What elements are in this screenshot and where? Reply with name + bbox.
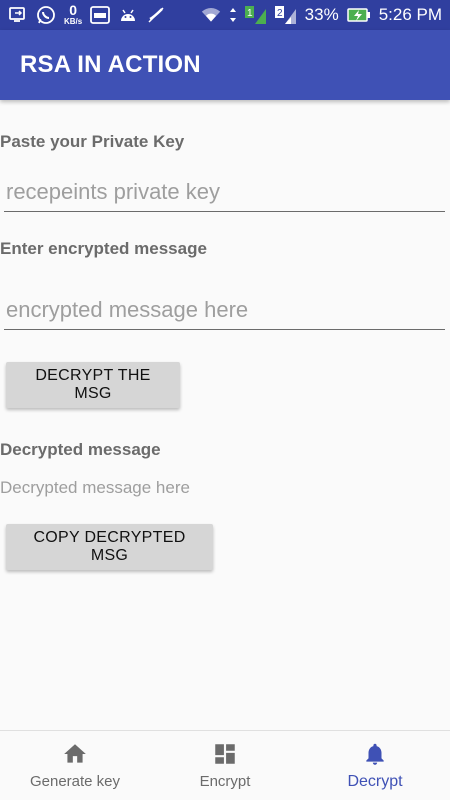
android-icon xyxy=(118,5,138,25)
encrypted-message-input[interactable] xyxy=(4,290,445,330)
nav-label-decrypt: Decrypt xyxy=(347,772,403,790)
private-key-label: Paste your Private Key xyxy=(0,132,185,151)
battery-charging-icon xyxy=(346,5,371,25)
no-location-icon xyxy=(146,5,166,25)
nav-label-encrypt: Encrypt xyxy=(199,773,251,790)
network-speed-unit: KB/s xyxy=(64,17,83,26)
sim2-number: 2 xyxy=(277,8,283,19)
decrypted-message-text: Decrypted message here xyxy=(0,478,190,497)
status-bar-left: 0 KB/s xyxy=(8,2,166,26)
signal-sim2-icon: 2 xyxy=(274,5,297,25)
private-key-input[interactable] xyxy=(4,172,445,212)
decrypt-button[interactable]: DECRYPT THE MSG xyxy=(6,362,180,408)
app-title: RSA IN ACTION xyxy=(20,51,201,78)
network-speed-value: 0 xyxy=(69,2,78,18)
battery-percent: 33% xyxy=(304,5,339,24)
copy-decrypted-button[interactable]: COPY DECRYPTED MSG xyxy=(6,524,213,570)
nav-item-decrypt[interactable]: Decrypt xyxy=(300,731,450,800)
status-bar: 0 KB/s 1 2 33% 5:26 PM xyxy=(0,0,450,30)
status-bar-right: 1 2 33% 5:26 PM xyxy=(201,5,442,25)
app-bar: RSA IN ACTION xyxy=(0,30,450,100)
signal-sim1-icon: 1 xyxy=(244,5,267,25)
screen-mirror-icon xyxy=(8,5,28,25)
decrypted-message-label: Decrypted message xyxy=(0,440,161,459)
whatsapp-icon xyxy=(36,5,56,25)
screen-record-icon xyxy=(90,5,111,25)
network-speed: 0 KB/s xyxy=(64,2,83,26)
wifi-icon xyxy=(201,5,221,25)
clock: 5:26 PM xyxy=(378,5,442,24)
encrypted-message-label: Enter encrypted message xyxy=(0,239,207,258)
nav-item-generate-key[interactable]: Generate key xyxy=(0,731,150,800)
bottom-navigation: Generate key Encrypt Decrypt xyxy=(0,730,450,800)
dashboard-icon xyxy=(215,744,235,764)
data-arrows-icon xyxy=(229,5,237,25)
home-icon xyxy=(64,744,86,763)
bell-icon xyxy=(366,743,384,765)
sim1-number: 1 xyxy=(247,8,253,19)
nav-label-generate-key: Generate key xyxy=(29,773,121,790)
nav-item-encrypt[interactable]: Encrypt xyxy=(150,731,300,800)
